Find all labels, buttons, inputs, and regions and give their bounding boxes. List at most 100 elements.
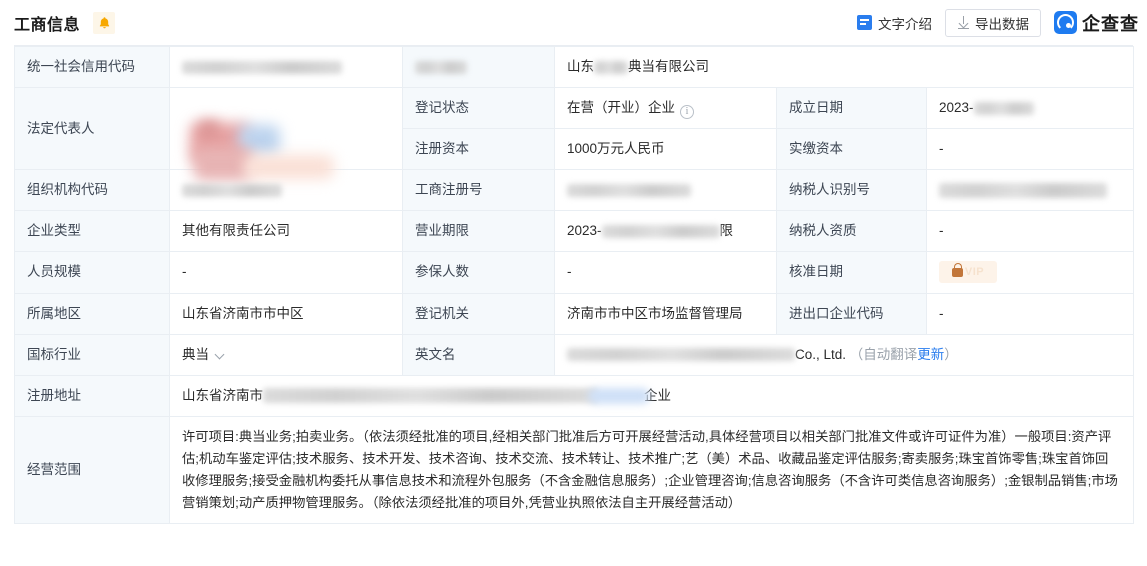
qichacha-logo-icon	[1054, 11, 1077, 34]
row-value-approval-date: VIP	[925, 251, 1135, 294]
table-row: 组织机构代码 工商注册号 纳税人识别号	[14, 169, 1135, 211]
row-value-reg-authority: 济南市市中区市场监督管理局	[554, 292, 777, 335]
redacted-link-bar	[588, 387, 650, 404]
page-header: 工商信息 文字介绍 导出数据 企查查	[0, 0, 1147, 45]
row-value-region: 山东省济南市市中区	[169, 292, 403, 335]
row-label-biz-scope: 经营范围	[14, 415, 170, 524]
row-label-english-name: 英文名	[402, 333, 555, 376]
table-row: 经营范围 许可项目:典当业务;拍卖业务。（依法须经批准的项目,经相关部门批准后方…	[14, 415, 1135, 524]
biz-term-text: 2023-	[567, 223, 602, 238]
row-value-biz-term: 2023- 限	[554, 210, 777, 252]
table-row: 所属地区 山东省济南市市中区 登记机关 济南市市中区市场监督管理局 进出口企业代…	[14, 292, 1135, 335]
redacted-bar	[939, 182, 1107, 198]
row-value-import-export-code: -	[925, 292, 1135, 335]
redacted-bar	[182, 60, 342, 74]
redacted-bar	[415, 60, 467, 74]
english-name-suffix: Co., Ltd.	[795, 346, 847, 362]
row-label-approval-date: 核准日期	[776, 251, 927, 294]
row-label-reg-capital: 注册资本	[402, 128, 555, 170]
row-label-staff-size: 人员规模	[14, 251, 170, 294]
reg-status-text: 在营（开业）企业	[567, 100, 675, 115]
row-value-staff-size: -	[169, 251, 403, 294]
lock-icon	[951, 262, 963, 277]
redacted-bar	[182, 183, 282, 197]
brand-name: 企查查	[1082, 13, 1139, 34]
text-intro-label: 文字介绍	[878, 16, 932, 32]
row-label-reg-authority: 登记机关	[402, 292, 555, 335]
row-label-region: 所属地区	[14, 292, 170, 335]
row-label-legal-rep: 法定代表人	[14, 87, 170, 170]
row-value-ent-type: 其他有限责任公司	[169, 210, 403, 252]
row-label-org-code: 组织机构代码	[14, 169, 170, 211]
row-value-english-name: Co., Ltd. （自动翻译更新）	[553, 333, 1135, 376]
row-label-reg-address: 注册地址	[14, 374, 170, 417]
company-name-prefix: 山东	[567, 59, 594, 74]
row-value-company-name: 山东 典当有限公司	[553, 46, 1135, 88]
document-icon	[857, 15, 872, 30]
row-value-insured-count: -	[554, 251, 777, 294]
row-value-reg-address: 山东省济南市 企业	[168, 374, 1135, 417]
header-actions: 文字介绍 导出数据 企查查	[857, 8, 1139, 37]
table-row: 人员规模 - 参保人数 - 核准日期 VIP	[14, 251, 1135, 294]
vip-lock-badge[interactable]: VIP	[939, 261, 997, 283]
bell-icon[interactable]	[93, 11, 116, 34]
redacted-bar	[594, 60, 628, 74]
translate-note: （自动翻译更新）	[850, 347, 958, 362]
company-name-suffix: 典当有限公司	[628, 59, 709, 74]
export-data-button[interactable]: 导出数据	[945, 8, 1041, 37]
translate-note-suffix: ）	[944, 346, 958, 362]
address-prefix: 山东省济南市	[182, 387, 263, 403]
vip-label: VIP	[964, 266, 985, 278]
row-label-import-export-code: 进出口企业代码	[776, 292, 927, 335]
row-value-reg-status: 在营（开业）企业 i	[554, 87, 777, 129]
info-icon[interactable]: i	[680, 105, 694, 119]
info-table-wrap: 统一社会信用代码 山东 典当有限公司 法定代表人 登记状态 在营（开业）企业 i…	[0, 46, 1147, 524]
redacted-bar	[973, 101, 1034, 115]
biz-term-suffix: 限	[719, 223, 734, 238]
text-intro-link[interactable]: 文字介绍	[857, 13, 932, 33]
industry-text: 典当	[182, 346, 209, 362]
business-info-page: 工商信息 文字介绍 导出数据 企查查 统一社会信用代码 山东 典当有限公司 法定…	[0, 0, 1147, 566]
row-label-reg-status: 登记状态	[402, 87, 555, 129]
row-value-found-date: 2023-	[925, 87, 1135, 129]
row-label-paid-capital: 实缴资本	[776, 128, 927, 170]
row-label-industry: 国标行业	[14, 333, 170, 376]
row-label-taxpayer-qual: 纳税人资质	[776, 210, 927, 252]
table-row: 注册地址 山东省济南市 企业	[14, 374, 1135, 417]
redacted-bar	[601, 224, 720, 238]
download-icon	[957, 16, 970, 29]
row-value-industry: 典当	[169, 333, 403, 376]
row-label-insured-count: 参保人数	[402, 251, 555, 294]
brand-logo[interactable]: 企查查	[1054, 10, 1139, 36]
row-value-reg-capital: 1000万元人民币	[554, 128, 777, 170]
business-info-table: 统一社会信用代码 山东 典当有限公司 法定代表人 登记状态 在营（开业）企业 i…	[14, 46, 1135, 524]
row-value-taxpayer-qual: -	[925, 210, 1135, 252]
row-label-biz-term: 营业期限	[402, 210, 555, 252]
row-label-taxpayer-id: 纳税人识别号	[776, 169, 927, 211]
translate-update-link[interactable]: 更新	[917, 347, 944, 362]
redacted-bar	[263, 388, 598, 403]
found-date-text: 2023-	[939, 100, 974, 115]
row-value-paid-capital: -	[925, 128, 1135, 170]
row-label-unified-code: 统一社会信用代码	[14, 46, 170, 88]
row-value-unified-code	[169, 46, 403, 88]
redacted-bar	[567, 348, 795, 362]
redacted-bar	[567, 183, 691, 197]
row-label-ent-type: 企业类型	[14, 210, 170, 252]
table-row: 国标行业 典当 英文名 Co., Ltd. （自动翻译更新）	[14, 333, 1135, 376]
translate-note-prefix: （自动翻译	[849, 346, 918, 362]
row-label-found-date: 成立日期	[776, 87, 927, 129]
row-label-company-name-redacted	[402, 46, 555, 88]
table-row: 统一社会信用代码 山东 典当有限公司	[14, 46, 1135, 88]
table-row: 企业类型 其他有限责任公司 营业期限 2023- 限 纳税人资质 -	[14, 210, 1135, 252]
page-title: 工商信息	[14, 16, 81, 34]
export-data-label: 导出数据	[975, 16, 1029, 32]
row-value-taxpayer-id	[925, 169, 1135, 211]
row-value-biz-scope: 许可项目:典当业务;拍卖业务。（依法须经批准的项目,经相关部门批准后方可开展经营…	[168, 415, 1135, 524]
row-value-biz-reg-no	[554, 169, 777, 211]
row-label-biz-reg-no: 工商注册号	[402, 169, 555, 211]
row-value-legal-rep	[169, 87, 403, 181]
table-row: 法定代表人 登记状态 在营（开业）企业 i 成立日期 2023-	[14, 87, 1135, 181]
address-line: 山东省济南市 企业	[182, 385, 1121, 407]
chevron-down-icon[interactable]	[214, 349, 225, 359]
